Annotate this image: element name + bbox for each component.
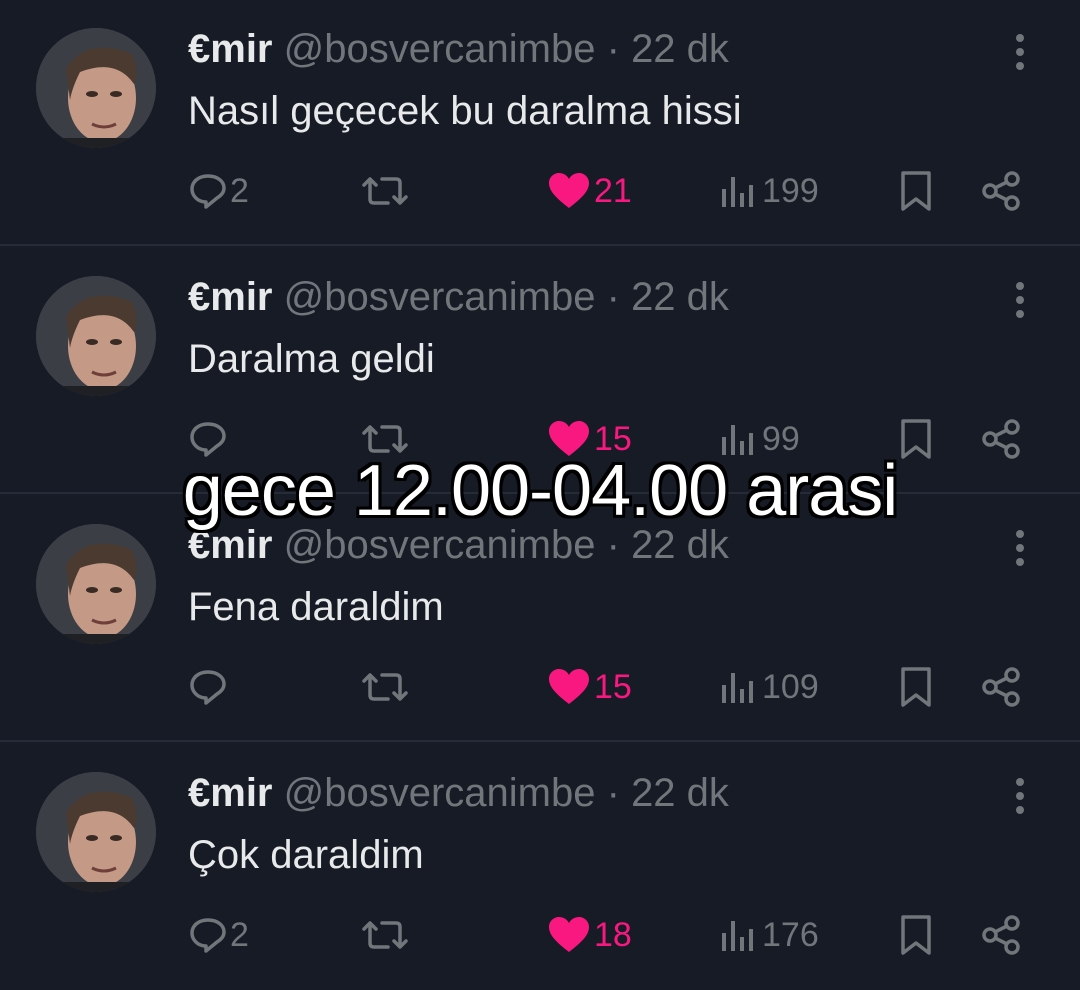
reply-count: 2 — [230, 915, 249, 954]
display-name[interactable]: €mir — [188, 275, 273, 319]
like-button[interactable]: 15 — [546, 662, 632, 712]
retweet-button[interactable] — [356, 166, 414, 216]
heart-icon — [546, 667, 592, 707]
share-button[interactable] — [980, 910, 1024, 960]
share-icon — [980, 913, 1024, 957]
avatar[interactable] — [36, 28, 156, 148]
views-count: 199 — [762, 171, 819, 210]
display-name[interactable]: €mir — [188, 27, 273, 71]
tweet-header: €mir @bosvercanimbe · 22 dk — [188, 26, 729, 72]
retweet-icon — [356, 171, 414, 211]
tweet-0[interactable]: €mir @bosvercanimbe · 22 dk Nasıl geçece… — [0, 0, 1080, 246]
tweet-text: Daralma geldi — [188, 337, 435, 381]
like-count: 15 — [594, 667, 632, 706]
share-button[interactable] — [980, 662, 1024, 712]
timestamp[interactable]: 22 dk — [631, 27, 729, 71]
more-icon[interactable] — [1004, 774, 1036, 818]
tweet-text: Nasıl geçecek bu daralma hissi — [188, 89, 742, 133]
bookmark-button[interactable] — [896, 910, 936, 960]
handle[interactable]: @bosvercanimbe — [284, 771, 596, 815]
bookmark-icon — [896, 169, 936, 213]
avatar[interactable] — [36, 276, 156, 396]
tweet-header: €mir @bosvercanimbe · 22 dk — [188, 274, 729, 320]
like-count: 21 — [594, 171, 632, 210]
retweet-icon — [356, 915, 414, 955]
reply-icon — [188, 915, 228, 955]
tweet-3[interactable]: €mir @bosvercanimbe · 22 dk Çok daraldim… — [0, 744, 1080, 990]
timestamp[interactable]: 22 dk — [631, 275, 729, 319]
more-icon[interactable] — [1004, 30, 1036, 74]
action-bar: 2 21 199 — [0, 166, 1080, 216]
more-icon[interactable] — [1004, 278, 1036, 322]
bookmark-icon — [896, 665, 936, 709]
separator: · — [606, 275, 620, 319]
retweet-icon — [356, 667, 414, 707]
like-button[interactable]: 21 — [546, 166, 632, 216]
display-name[interactable]: €mir — [188, 771, 273, 815]
reply-icon — [188, 171, 228, 211]
heart-icon — [546, 915, 592, 955]
bookmark-icon — [896, 913, 936, 957]
retweet-button[interactable] — [356, 910, 414, 960]
action-bar: 15 109 — [0, 662, 1080, 712]
views-icon — [716, 667, 760, 707]
views-button[interactable]: 176 — [716, 910, 819, 960]
retweet-button[interactable] — [356, 662, 414, 712]
action-bar: 2 18 176 — [0, 910, 1080, 960]
views-count: 176 — [762, 915, 819, 954]
views-icon — [716, 915, 760, 955]
bookmark-button[interactable] — [896, 166, 936, 216]
views-button[interactable]: 109 — [716, 662, 819, 712]
like-count: 18 — [594, 915, 632, 954]
share-icon — [980, 169, 1024, 213]
share-button[interactable] — [980, 166, 1024, 216]
reply-button[interactable]: 2 — [188, 166, 249, 216]
separator: · — [606, 771, 620, 815]
like-button[interactable]: 18 — [546, 910, 632, 960]
tweet-text: Çok daraldim — [188, 833, 424, 877]
handle[interactable]: @bosvercanimbe — [284, 27, 596, 71]
separator: · — [606, 27, 620, 71]
tweet-text: Fena daraldim — [188, 585, 444, 629]
reply-button[interactable]: 2 — [188, 910, 249, 960]
heart-icon — [546, 171, 592, 211]
views-button[interactable]: 199 — [716, 166, 819, 216]
reply-button[interactable] — [188, 662, 230, 712]
views-count: 109 — [762, 667, 819, 706]
views-icon — [716, 171, 760, 211]
avatar[interactable] — [36, 524, 156, 644]
tweet-header: €mir @bosvercanimbe · 22 dk — [188, 770, 729, 816]
handle[interactable]: @bosvercanimbe — [284, 275, 596, 319]
bookmark-button[interactable] — [896, 662, 936, 712]
reply-count: 2 — [230, 171, 249, 210]
overlay-caption: gece 12.00-04.00 arasi — [182, 451, 899, 531]
share-icon — [980, 665, 1024, 709]
avatar[interactable] — [36, 772, 156, 892]
timestamp[interactable]: 22 dk — [631, 771, 729, 815]
reply-icon — [188, 667, 228, 707]
